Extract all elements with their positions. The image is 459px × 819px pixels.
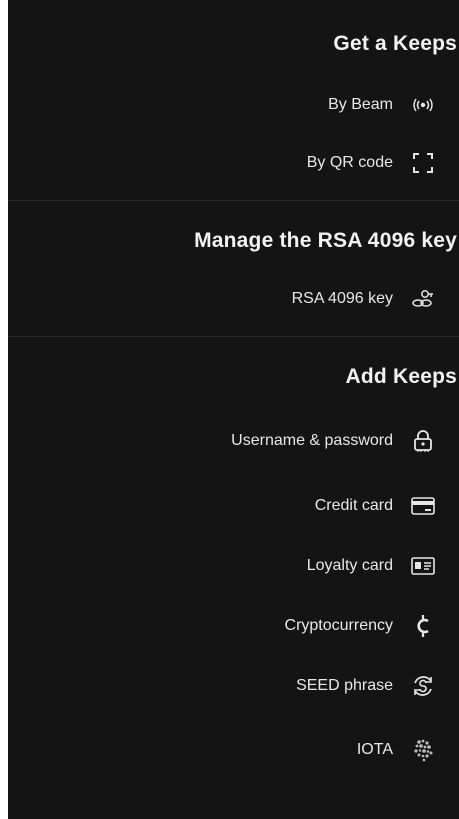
menu-item-iota[interactable]: IOTA (357, 733, 459, 767)
qr-scan-icon (407, 150, 439, 176)
menu-item-credit-card[interactable]: Credit card (315, 489, 459, 523)
menu-item-label: Loyalty card (306, 557, 393, 574)
section-divider (8, 200, 459, 201)
menu-item-cryptocurrency[interactable]: Cryptocurrency (285, 609, 459, 643)
menu-item-loyalty-card[interactable]: Loyalty card (307, 549, 459, 583)
menu-item-seed-phrase[interactable]: SEED phrase (296, 669, 459, 703)
menu-item-label: Username & password (231, 432, 393, 449)
section-divider (8, 336, 459, 337)
iota-icon (407, 737, 439, 763)
manage-rsa-title: Manage the RSA 4096 key (194, 229, 457, 252)
credit-card-icon (407, 493, 439, 519)
menu-item-label: By QR code (306, 154, 393, 171)
lock-icon (407, 428, 439, 454)
menu-item-label: SEED phrase (296, 677, 393, 694)
menu-item-rsa-key[interactable]: RSA 4096 key (292, 282, 459, 316)
menu-item-label: IOTA (356, 741, 393, 758)
beam-icon (407, 92, 439, 118)
menu-item-username-password[interactable]: Username & password (231, 424, 459, 458)
add-keeps-title: Add Keeps (345, 365, 457, 388)
keeps-menu-panel: Get a Keeps By Beam By QR code Manage th… (8, 0, 459, 819)
get-keeps-title: Get a Keeps (333, 32, 457, 55)
key-link-icon (407, 286, 439, 312)
menu-item-by-qr-code[interactable]: By QR code (307, 146, 459, 180)
loyalty-card-icon (407, 553, 439, 579)
menu-item-label: By Beam (328, 96, 393, 113)
seed-icon (407, 673, 439, 699)
menu-item-label: Cryptocurrency (284, 617, 393, 634)
menu-item-label: RSA 4096 key (291, 290, 393, 307)
menu-item-by-beam[interactable]: By Beam (328, 88, 459, 122)
crypto-icon (407, 613, 439, 639)
menu-item-label: Credit card (314, 497, 393, 514)
